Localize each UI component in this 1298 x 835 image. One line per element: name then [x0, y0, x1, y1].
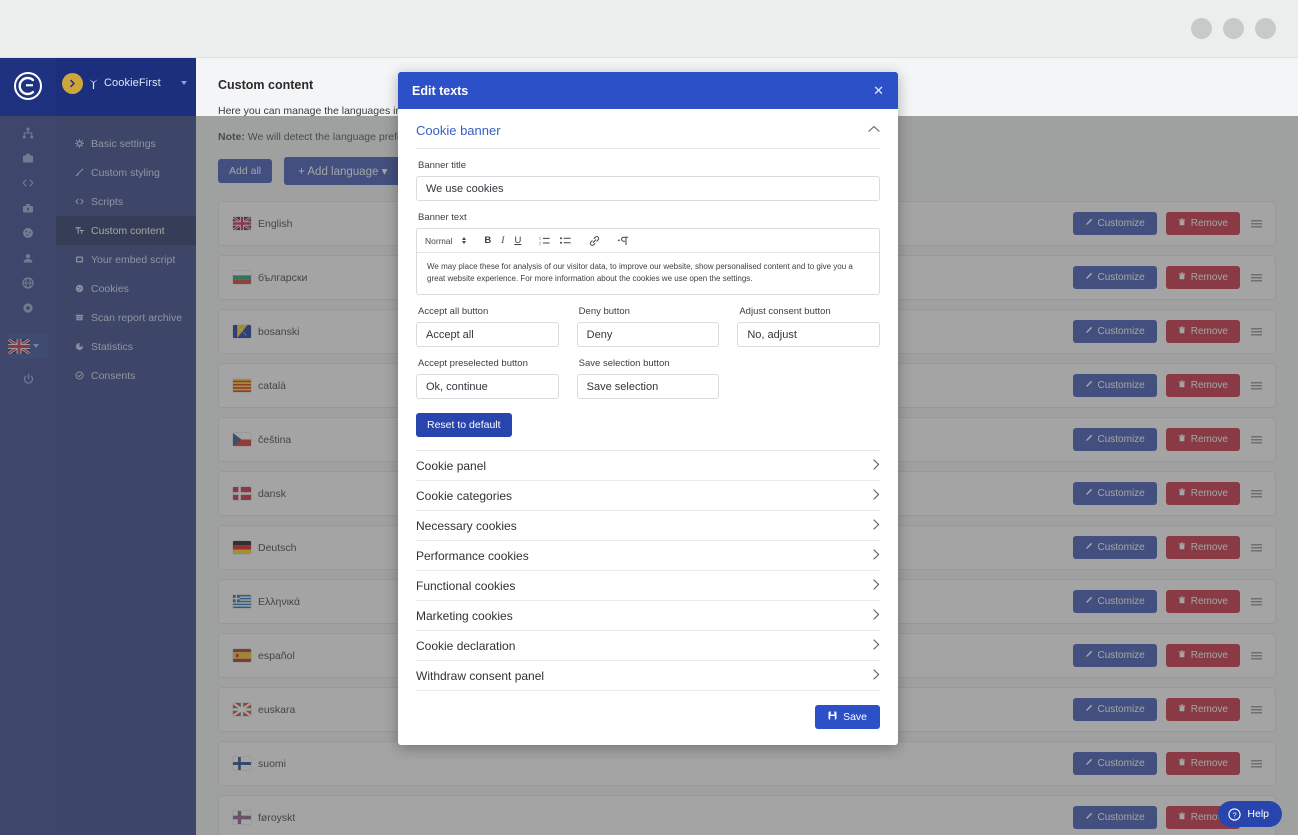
adjust-consent-input[interactable] — [737, 322, 880, 347]
cookiefirst-logo-icon — [88, 77, 99, 89]
accordion-item[interactable]: Cookie declaration — [416, 631, 880, 661]
accordion-item[interactable]: Withdraw consent panel — [416, 661, 880, 691]
window-close-dot[interactable] — [1255, 18, 1276, 39]
list-group: 12 — [530, 236, 580, 245]
text-style-group: B I U — [475, 235, 530, 246]
question-circle-icon: ? — [1228, 808, 1241, 821]
updown-caret-icon — [462, 237, 466, 244]
accordion-item-label: Withdraw consent panel — [416, 669, 544, 683]
banner-text-label: Banner text — [418, 212, 880, 223]
chevron-right-icon — [873, 459, 880, 473]
accordion-item-label: Marketing cookies — [416, 609, 513, 623]
save-selection-input[interactable] — [577, 374, 720, 399]
accordion-item-label: Necessary cookies — [416, 519, 517, 533]
chevron-right-icon — [873, 639, 880, 653]
button-labels-row-1: Accept all button Deny button Adjust con… — [416, 295, 880, 347]
empty-cell — [737, 347, 880, 399]
editor-toolbar: Normal B I U 12 — [417, 229, 879, 253]
accept-all-input[interactable] — [416, 322, 559, 347]
edit-texts-modal: Edit texts ✕ Cookie banner Banner title … — [398, 72, 898, 745]
accept-preselected-input[interactable] — [416, 374, 559, 399]
save-selection-label: Save selection button — [579, 358, 720, 369]
banner-title-label: Banner title — [418, 160, 880, 171]
ordered-list-icon[interactable]: 12 — [539, 236, 550, 245]
direction-group — [609, 236, 639, 246]
italic-button[interactable]: I — [501, 236, 504, 246]
chevron-right-icon — [873, 579, 880, 593]
modal-body: Cookie banner Banner title Banner text N… — [398, 109, 898, 691]
format-select-label: Normal — [425, 236, 452, 246]
chevron-right-icon — [873, 609, 880, 623]
browser-chrome — [0, 0, 1298, 58]
chevron-right-icon — [873, 489, 880, 503]
chevron-up-icon[interactable] — [868, 125, 880, 136]
accordion-item-label: Performance cookies — [416, 549, 529, 563]
link-icon[interactable] — [589, 236, 600, 246]
help-button-label: Help — [1247, 808, 1269, 820]
button-labels-row-2: Accept preselected button Save selection… — [416, 347, 880, 399]
svg-text:?: ? — [1233, 810, 1237, 819]
deny-input[interactable] — [577, 322, 720, 347]
modal-title: Edit texts — [412, 84, 468, 98]
accordion-item-label: Functional cookies — [416, 579, 515, 593]
save-selection-field-group: Save selection button — [577, 347, 720, 399]
accordion-list: Cookie panel Cookie categories Necessary c… — [416, 450, 880, 691]
brand-name: CookieFirst — [104, 77, 161, 89]
link-group — [580, 236, 609, 246]
chevron-right-circle-icon[interactable] — [62, 73, 83, 94]
help-button[interactable]: ? Help — [1218, 801, 1282, 827]
accordion-item[interactable]: Performance cookies — [416, 541, 880, 571]
bullet-list-icon[interactable] — [560, 236, 571, 245]
deny-field-group: Deny button — [577, 295, 720, 347]
accordion-item-label: Cookie panel — [416, 459, 486, 473]
accept-preselected-field-group: Accept preselected button — [416, 347, 559, 399]
accept-all-label: Accept all button — [418, 306, 559, 317]
svg-text:2: 2 — [539, 241, 541, 245]
banner-text-editor: Normal B I U 12 — [416, 228, 880, 295]
accordion-item[interactable]: Cookie categories — [416, 481, 880, 511]
close-icon[interactable]: ✕ — [873, 84, 884, 97]
adjust-consent-field-group: Adjust consent button — [737, 295, 880, 347]
section-title: Cookie banner — [416, 123, 501, 138]
floppy-icon — [828, 711, 837, 723]
window-controls[interactable] — [1191, 18, 1276, 39]
bold-button[interactable]: B — [484, 235, 491, 246]
save-button-label: Save — [843, 711, 867, 723]
save-button[interactable]: Save — [815, 705, 880, 729]
accordion-item[interactable]: Cookie panel — [416, 451, 880, 481]
format-select[interactable]: Normal — [425, 236, 475, 246]
chevron-right-icon — [873, 669, 880, 683]
reset-row: Reset to default — [416, 413, 880, 437]
accordion-item[interactable]: Necessary cookies — [416, 511, 880, 541]
modal-footer: Save — [398, 691, 898, 745]
window-maximize-dot[interactable] — [1223, 18, 1244, 39]
chevron-right-icon — [873, 549, 880, 563]
banner-title-input[interactable] — [416, 176, 880, 201]
brand-header[interactable]: CookieFirst — [56, 58, 196, 108]
modal-header: Edit texts ✕ — [398, 72, 898, 109]
svg-text:1: 1 — [539, 237, 541, 241]
cookie-banner-section-header[interactable]: Cookie banner — [416, 123, 880, 149]
chevron-right-icon — [873, 519, 880, 533]
chevron-down-icon[interactable] — [181, 81, 187, 85]
banner-text-content[interactable]: We may place these for analysis of our v… — [417, 253, 879, 294]
accordion-item[interactable]: Marketing cookies — [416, 601, 880, 631]
accept-preselected-label: Accept preselected button — [418, 358, 559, 369]
underline-button[interactable]: U — [514, 235, 521, 246]
accordion-item-label: Cookie categories — [416, 489, 512, 503]
accordion-item-label: Cookie declaration — [416, 639, 515, 653]
deny-label: Deny button — [579, 306, 720, 317]
window-minimize-dot[interactable] — [1191, 18, 1212, 39]
app-logo-icon[interactable] — [13, 71, 43, 101]
accordion-item[interactable]: Functional cookies — [416, 571, 880, 601]
text-direction-icon[interactable] — [618, 236, 630, 246]
app-window: CookieFirst Basic settings Cust — [0, 0, 1298, 835]
adjust-consent-label: Adjust consent button — [739, 306, 880, 317]
accept-all-field-group: Accept all button — [416, 295, 559, 347]
reset-to-default-button[interactable]: Reset to default — [416, 413, 512, 437]
